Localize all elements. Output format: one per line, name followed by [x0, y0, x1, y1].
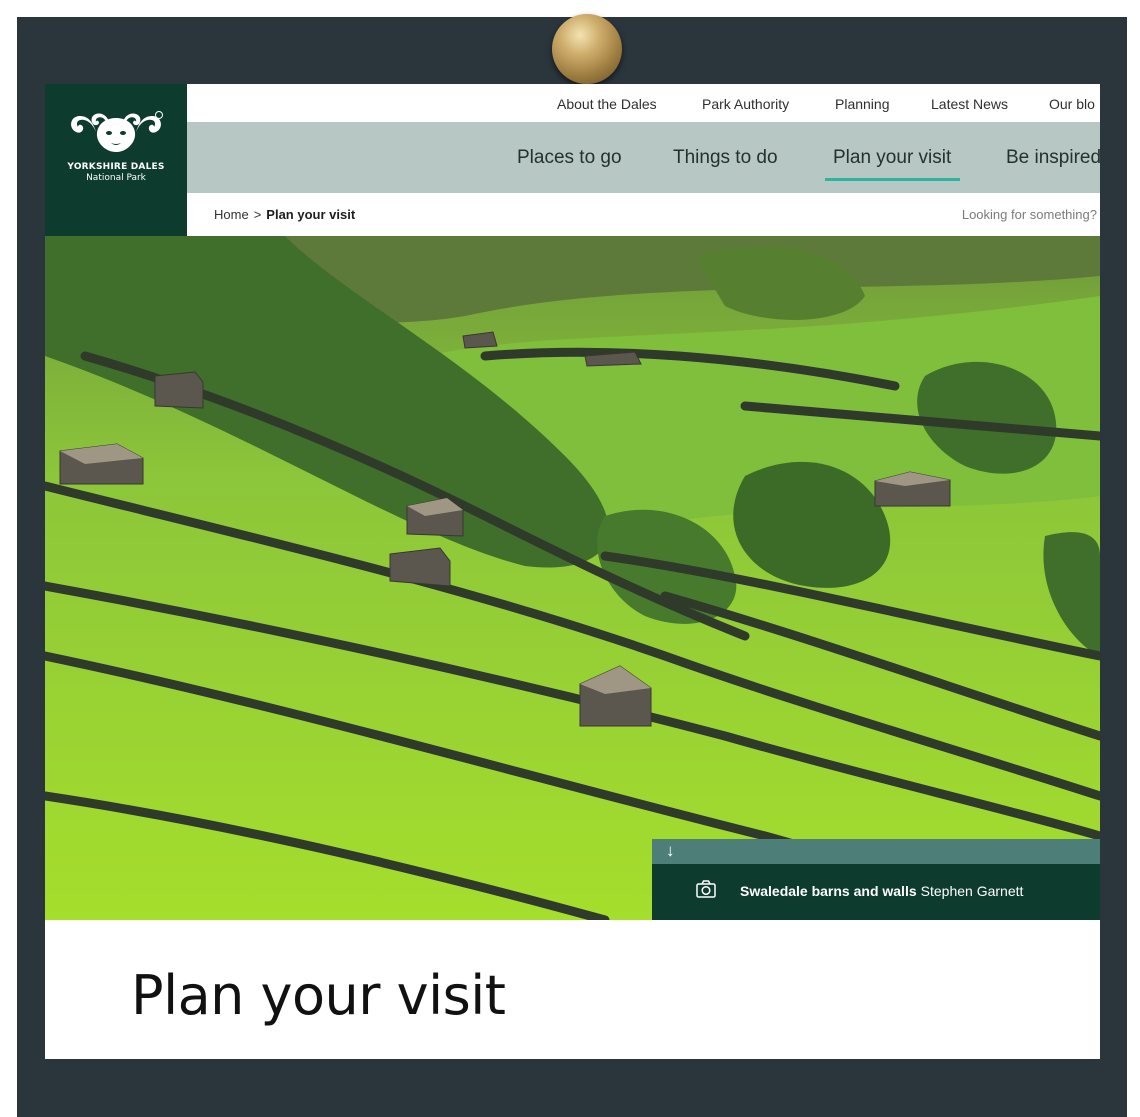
caption-credit: Stephen Garnett	[920, 883, 1024, 899]
utility-nav: About the Dales Park Authority Planning …	[187, 84, 1100, 122]
image-caption: Swaledale barns and walls Stephen Garnett	[652, 864, 1100, 920]
topnav-our-blog[interactable]: Our blo	[1049, 96, 1095, 112]
logo-subtitle: National Park	[86, 173, 146, 183]
down-arrow-icon: ↓	[666, 841, 675, 860]
breadcrumb: Home > Plan your visit	[214, 207, 355, 222]
topnav-about-the-dales[interactable]: About the Dales	[557, 96, 657, 112]
scroll-down-tab[interactable]: ↓	[652, 839, 1100, 864]
hero-landscape	[45, 236, 1100, 920]
topnav-planning[interactable]: Planning	[835, 96, 890, 112]
topnav-park-authority[interactable]: Park Authority	[702, 96, 789, 112]
mainnav-places-to-go[interactable]: Places to go	[517, 147, 622, 169]
breadcrumb-current: Plan your visit	[266, 207, 356, 222]
breadcrumb-separator: >	[253, 207, 262, 222]
website-page: YORKSHIRE DALES National Park About the …	[45, 84, 1100, 1059]
topnav-latest-news[interactable]: Latest News	[931, 96, 1008, 112]
active-nav-indicator	[825, 178, 960, 181]
caption-title: Swaledale barns and walls	[740, 883, 917, 899]
ram-heads-logo-icon	[71, 111, 163, 152]
camera-icon	[696, 880, 716, 898]
breadcrumb-bar: Home > Plan your visit Looking for somethi…	[187, 193, 1100, 236]
mainnav-be-inspired[interactable]: Be inspired	[1006, 147, 1100, 169]
breadcrumb-home[interactable]: Home	[214, 207, 249, 222]
main-nav: Places to go Things to do Plan your visi…	[187, 122, 1100, 193]
page-title: Plan your visit	[131, 964, 506, 1027]
search-prompt[interactable]: Looking for something?	[962, 207, 1097, 222]
caption-text: Swaledale barns and walls Stephen Garnett	[740, 883, 1023, 899]
mainnav-plan-your-visit[interactable]: Plan your visit	[833, 147, 951, 169]
hero-image	[45, 236, 1100, 920]
pin-decoration	[552, 14, 622, 84]
mainnav-things-to-do[interactable]: Things to do	[673, 147, 778, 169]
logo-title: YORKSHIRE DALES	[67, 162, 165, 172]
site-logo[interactable]: YORKSHIRE DALES National Park	[45, 84, 187, 236]
